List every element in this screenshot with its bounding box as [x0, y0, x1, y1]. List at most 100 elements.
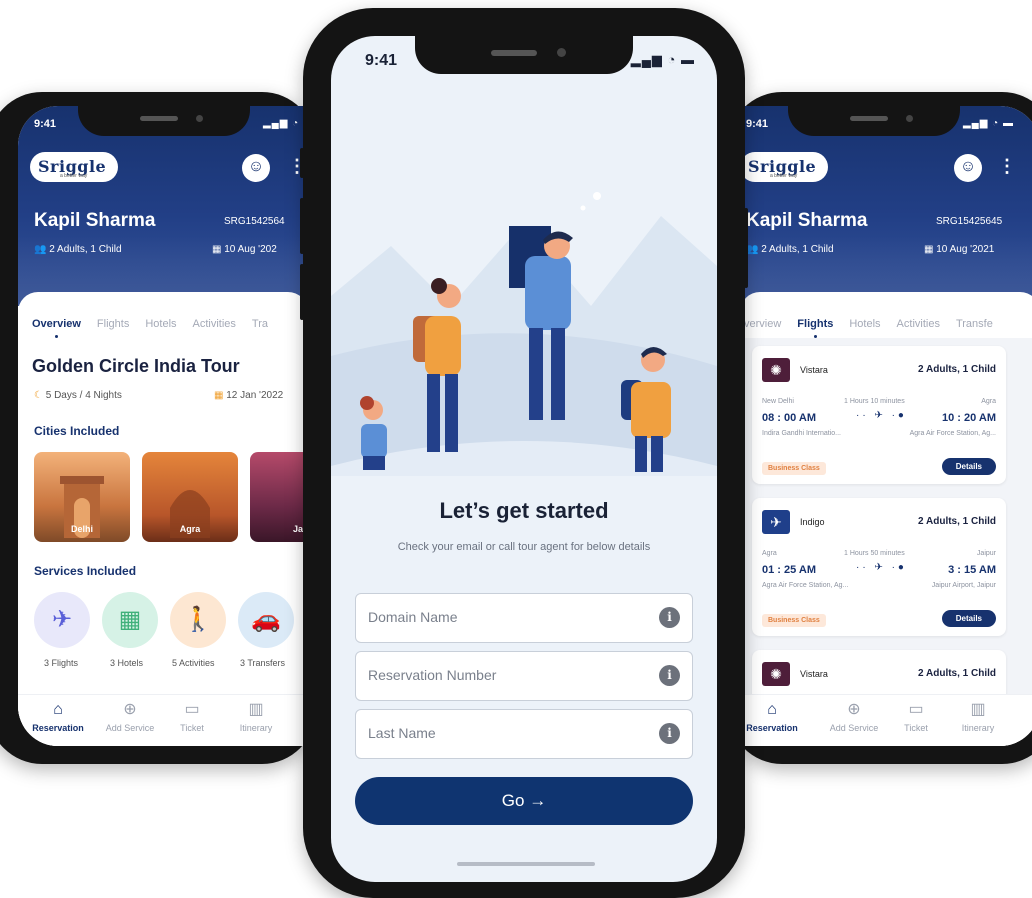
- tour-duration: ☾ 5 Days / 4 Nights: [34, 390, 122, 401]
- nav-label: Itinerary: [961, 723, 995, 733]
- nav-label: Reservation: [32, 723, 84, 733]
- tab-hotels[interactable]: Hotels: [145, 318, 176, 330]
- camera: [196, 115, 203, 122]
- home-icon: ⌂: [53, 701, 63, 718]
- bottom-nav: ⌂ Reservation ⊕ Add Service ▭ Ticket ▥ Itine…: [740, 694, 1032, 746]
- tab-bar: verview Flights Hotels Activities Transfe: [744, 318, 1009, 338]
- status-icons: ▂▄▆ ◔ ▬: [262, 118, 308, 129]
- add-circle-icon: ⊕: [123, 701, 137, 718]
- nav-add-service[interactable]: ⊕ Add Service: [100, 701, 160, 733]
- traveler-name: Kapil Sharma: [34, 210, 156, 231]
- domain-name-input[interactable]: [356, 594, 636, 640]
- flight-card[interactable]: ✈ Indigo 2 Adults, 1 Child Agra 1 Hours …: [752, 498, 1006, 636]
- calendar-icon: ▦: [214, 390, 224, 401]
- nav-reservation[interactable]: ⌂ Reservation: [28, 701, 88, 733]
- reservation-number-field[interactable]: i: [355, 651, 693, 701]
- vistara-logo-icon: ✺: [762, 358, 790, 382]
- tab-flights[interactable]: Flights: [797, 318, 833, 338]
- tab-transfers[interactable]: Tra: [252, 318, 268, 330]
- trip-date-text: 10 Aug '2021: [936, 244, 995, 255]
- trip-date: ▦ 10 Aug '202: [212, 244, 277, 255]
- tab-activities[interactable]: Activities: [897, 318, 940, 330]
- details-button[interactable]: Details: [941, 610, 996, 627]
- notch: [78, 106, 250, 136]
- last-name-input[interactable]: [356, 710, 636, 756]
- status-time: 9:41: [746, 118, 769, 130]
- service-label: 5 Activities: [172, 658, 215, 668]
- status-time: 9:41: [365, 52, 398, 69]
- tab-overview[interactable]: Overview: [32, 318, 81, 338]
- more-menu-icon[interactable]: ⋮: [998, 156, 1016, 177]
- tab-flights[interactable]: Flights: [97, 318, 129, 330]
- center-screen: 9:41 ▂▄▆ ◔ ▬ Let’s get started Check you…: [331, 36, 717, 882]
- city-name: Ja: [292, 524, 303, 534]
- nav-reservation[interactable]: ⌂ Reservation: [742, 701, 802, 733]
- nav-label: Ticket: [904, 723, 928, 733]
- activities-service-icon[interactable]: 🚶: [170, 592, 226, 648]
- from-airport: Indira Gandhi Internatio...: [762, 430, 841, 437]
- moon-icon: ☾: [34, 390, 43, 401]
- booking-code: SRG15425645: [936, 216, 1003, 227]
- reservation-number-input[interactable]: [356, 652, 636, 698]
- tab-bar: Overview Flights Hotels Activities Tra: [32, 318, 284, 338]
- tab-transfers[interactable]: Transfe: [956, 318, 993, 330]
- info-icon[interactable]: i: [659, 665, 680, 686]
- nav-itinerary[interactable]: ▥ Itinerary: [948, 701, 1008, 733]
- tour-title: Golden Circle India Tour: [32, 356, 240, 376]
- nav-label: Reservation: [746, 723, 798, 733]
- tab-hotels[interactable]: Hotels: [849, 318, 880, 330]
- right-phone: 9:41 ▂▄▆ ◔ ▬ Sriggle a better way ☺ ⋮ Kap…: [728, 92, 1032, 764]
- notch: [415, 36, 633, 74]
- brand-logo: Sriggle a better way: [30, 152, 118, 182]
- city-card-agra[interactable]: Agra: [142, 452, 238, 542]
- plane-icon: ·· ✈ ·●: [856, 562, 907, 573]
- class-badge: Business Class: [762, 462, 826, 475]
- header-banner: [18, 106, 308, 306]
- tab-overview[interactable]: verview: [744, 318, 781, 330]
- nav-ticket[interactable]: ▭ Ticket: [162, 701, 222, 733]
- arrival-time: 3 : 15 AM: [948, 564, 996, 576]
- profile-icon[interactable]: ☺: [954, 154, 982, 182]
- flight-card[interactable]: ✺ Vistara 2 Adults, 1 Child New Delhi 1 …: [752, 346, 1006, 484]
- info-icon[interactable]: i: [659, 723, 680, 744]
- hotels-service-icon[interactable]: ▦: [102, 592, 158, 648]
- city-card-delhi[interactable]: Delhi: [34, 452, 130, 542]
- home-icon: ⌂: [767, 701, 777, 718]
- domain-name-field[interactable]: i: [355, 593, 693, 643]
- airline-name: Vistara: [800, 669, 828, 679]
- last-name-field[interactable]: i: [355, 709, 693, 759]
- nav-itinerary[interactable]: ▥ Itinerary: [226, 701, 286, 733]
- tab-activities[interactable]: Activities: [193, 318, 236, 330]
- pax-text: 2 Adults, 1 Child: [49, 244, 122, 255]
- travel-family-illustration: [331, 192, 717, 476]
- details-button[interactable]: Details: [941, 458, 996, 475]
- class-badge: Business Class: [762, 614, 826, 627]
- flights-service-icon[interactable]: ✈: [34, 592, 90, 648]
- indigo-logo-icon: ✈: [762, 510, 790, 534]
- camera: [557, 48, 566, 57]
- side-button: [300, 198, 304, 254]
- speaker: [140, 116, 178, 121]
- right-screen: 9:41 ▂▄▆ ◔ ▬ Sriggle a better way ☺ ⋮ Kap…: [740, 106, 1032, 746]
- transfers-service-icon[interactable]: 🚗: [238, 592, 294, 648]
- city-card-jaipur[interactable]: Ja: [250, 452, 308, 542]
- nav-label: Ticket: [180, 723, 204, 733]
- add-circle-icon: ⊕: [847, 701, 861, 718]
- to-city: Jaipur: [976, 550, 996, 557]
- vistara-logo-icon: ✺: [762, 662, 790, 686]
- left-phone: 9:41 ▂▄▆ ◔ ▬ Srigglea better way ☺ ⋮ Kap…: [0, 92, 316, 764]
- get-started-heading: Let’s get started: [439, 498, 609, 523]
- nav-add-service[interactable]: ⊕ Add Service: [824, 701, 884, 733]
- trip-date: ▦ 10 Aug '2021: [924, 244, 995, 255]
- plane-icon: ·· ✈ ·●: [856, 410, 907, 421]
- home-indicator: [457, 862, 595, 866]
- header-banner: [740, 106, 1032, 306]
- tour-start-date: ▦ 12 Jan '2022: [214, 390, 283, 401]
- nav-ticket[interactable]: ▭ Ticket: [886, 701, 946, 733]
- info-icon[interactable]: i: [659, 607, 680, 628]
- status-time: 9:41: [34, 118, 57, 130]
- arrival-time: 10 : 20 AM: [941, 412, 996, 424]
- profile-icon[interactable]: ☺: [242, 154, 270, 182]
- city-name: Delhi: [70, 524, 93, 534]
- go-button[interactable]: Go →: [355, 777, 693, 825]
